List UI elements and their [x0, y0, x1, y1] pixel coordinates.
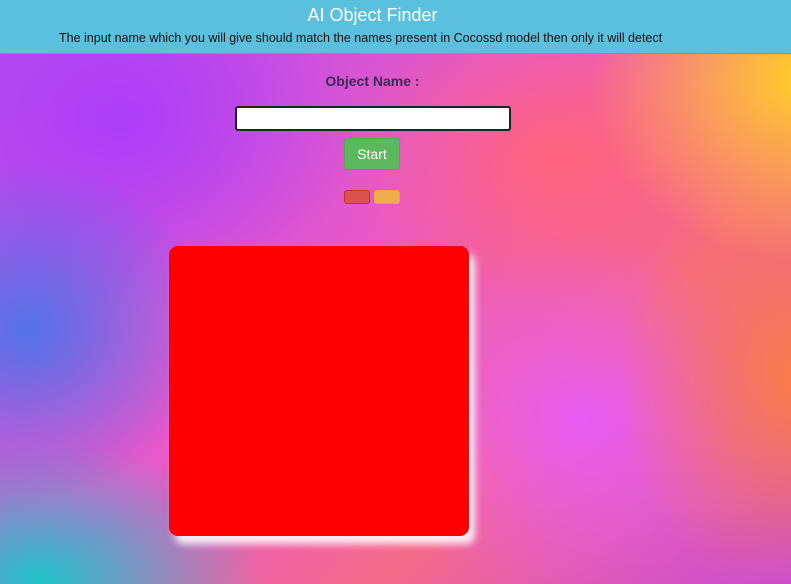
page-title: AI Object Finder: [307, 5, 438, 25]
object-name-input[interactable]: [235, 106, 511, 131]
video-canvas: [169, 246, 469, 536]
start-button[interactable]: Start: [344, 138, 400, 170]
app-header: AI Object Finder The input name which yo…: [0, 0, 791, 54]
page-subtitle: The input name which you will give shoul…: [59, 31, 663, 45]
red-indicator-button[interactable]: [344, 190, 370, 204]
object-name-label: Object Name :: [325, 73, 420, 89]
orange-indicator-button[interactable]: [374, 190, 400, 204]
